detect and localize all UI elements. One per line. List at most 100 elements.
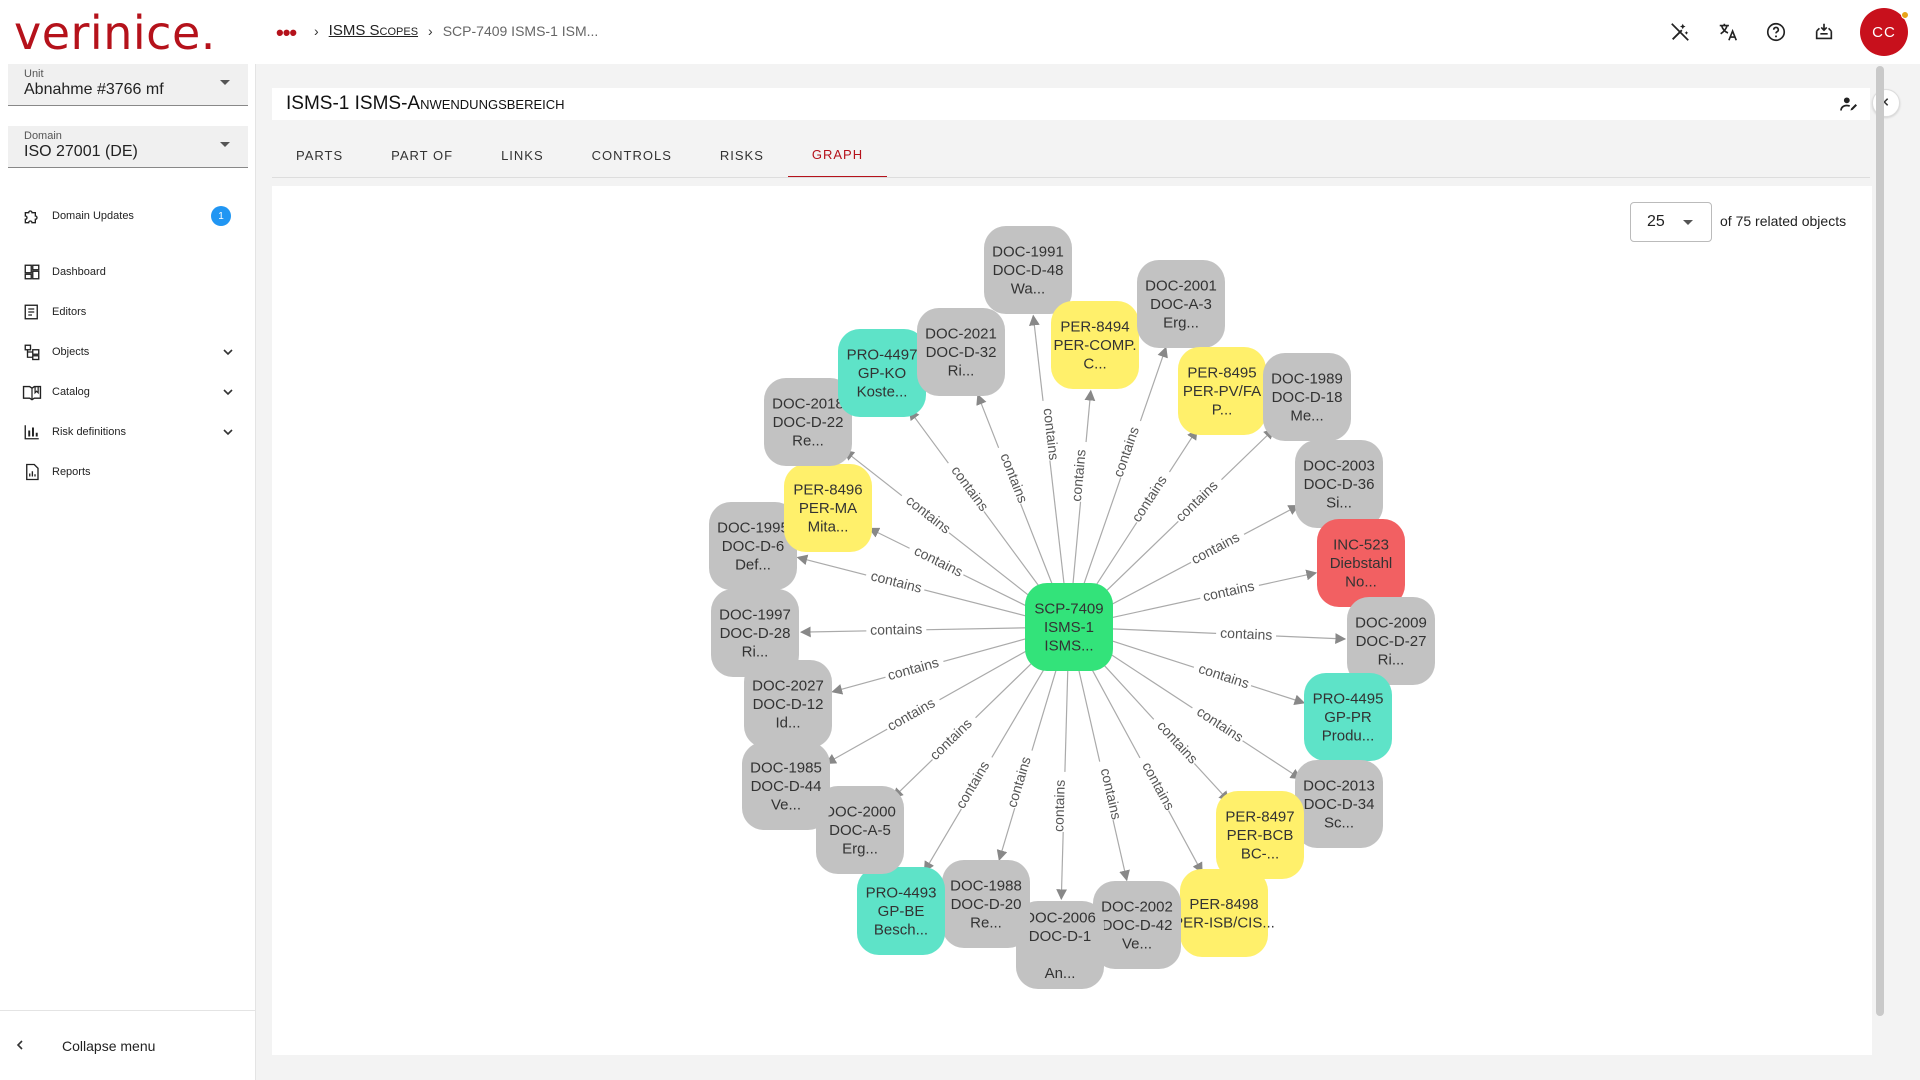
breadcrumb-separator: ›: [428, 22, 433, 39]
graph-node[interactable]: PRO-4495GP-PR Produ...: [1304, 673, 1392, 761]
graph-node-label: DOC-2009: [1355, 615, 1427, 632]
graph-node-box: [1180, 869, 1268, 957]
graph-node-label: P...: [1212, 402, 1233, 419]
graph-node-label: Sc...: [1324, 815, 1354, 832]
graph-node-label: DOC-D-28: [720, 625, 791, 642]
chevron-down-icon[interactable]: [222, 426, 234, 441]
graph-node-label: DOC-D-20: [951, 896, 1022, 913]
graph-node-label: GP-PR: [1324, 709, 1372, 726]
tab-bar: PARTS PART OF LINKS CONTROLS RISKS GRAPH: [272, 132, 888, 178]
user-initials: CC: [1872, 23, 1896, 41]
app-logo[interactable]: verinice.: [14, 6, 216, 60]
graph-node-label: Ve...: [1122, 936, 1152, 953]
sidebar-item-risk-definitions[interactable]: Risk definitions: [0, 414, 256, 450]
sidebar-item-catalog[interactable]: Catalog: [0, 374, 256, 410]
inbox-icon[interactable]: [1800, 8, 1848, 56]
sidebar-item-dashboard[interactable]: Dashboard: [0, 254, 256, 290]
sidebar-item-objects[interactable]: Objects: [0, 334, 256, 370]
graph-node[interactable]: DOC-2001DOC-A-3 Erg...: [1137, 260, 1225, 348]
breadcrumb: › ISMS Scopes › SCP-7409 ISMS-1 ISM...: [314, 22, 598, 39]
unit-select-value: Abnahme #3766 mf: [24, 81, 164, 98]
graph-node[interactable]: DOC-2013DOC-D-34 Sc...: [1295, 760, 1383, 848]
graph-node[interactable]: DOC-2009DOC-D-27 Ri...: [1347, 597, 1435, 685]
breadcrumb-isms-scopes-link[interactable]: ISMS Scopes: [329, 22, 418, 39]
page-size-select[interactable]: 25: [1630, 202, 1712, 242]
graph-node[interactable]: DOC-1997DOC-D-28 Ri...: [711, 589, 799, 677]
graph-node[interactable]: DOC-1988DOC-D-20 Re...: [942, 860, 1030, 948]
graph-node-label: Ve...: [771, 797, 801, 814]
assign-user-icon[interactable]: [1840, 96, 1858, 117]
graph-node-label: No...: [1345, 574, 1377, 591]
graph-node[interactable]: INC-523Diebstahl No...: [1317, 519, 1405, 607]
translate-icon[interactable]: [1704, 8, 1752, 56]
graph-node-label: DOC-D-22: [773, 414, 844, 431]
graph-node[interactable]: DOC-1991DOC-D-48 Wa...: [984, 226, 1072, 314]
chevron-down-icon[interactable]: [222, 386, 234, 401]
graph-node-label: DOC-2018: [772, 396, 844, 413]
chevron-down-icon: [220, 80, 230, 85]
graph-node-label: PER-8494: [1060, 319, 1129, 336]
graph-node[interactable]: PRO-4493GP-BE Besch...: [857, 867, 945, 955]
graph-node[interactable]: PER-8494PER-COMP. C...: [1051, 301, 1139, 389]
graph-center-node[interactable]: SCP-7409ISMS-1 ISMS...: [1025, 583, 1113, 671]
graph-node-label: PER-8495: [1187, 365, 1256, 382]
tab-graph[interactable]: GRAPH: [787, 132, 888, 178]
top-bar: verinice. ••• › ISMS Scopes › SCP-7409 I…: [0, 0, 1920, 64]
graph-node-label: Erg...: [1163, 315, 1199, 332]
graph-node-label: PRO-4495: [1313, 691, 1384, 708]
graph-node-label: DOC-D-44: [751, 778, 822, 795]
graph-node[interactable]: PER-8495PER-PV/FA P...: [1178, 347, 1266, 435]
notification-dot: [1901, 11, 1909, 19]
graph-node-label: PER-ISB/CIS...: [1173, 914, 1275, 931]
graph-node-label: PER-8496: [793, 482, 862, 499]
graph-node-label: DOC-A-5: [829, 822, 891, 839]
collapse-menu-button[interactable]: Collapse menu: [0, 1010, 256, 1080]
sidebar-item-editors[interactable]: Editors: [0, 294, 256, 330]
graph-node[interactable]: PER-8498PER-ISB/CIS...: [1173, 869, 1275, 957]
graph-node[interactable]: DOC-1989DOC-D-18 Me...: [1263, 353, 1351, 441]
graph-node[interactable]: PER-8497PER-BCB BC-...: [1216, 791, 1304, 879]
graph-node-label: Besch...: [874, 922, 928, 939]
graph-node-label: Id...: [775, 715, 800, 732]
graph-node[interactable]: DOC-2002DOC-D-42 Ve...: [1093, 881, 1181, 969]
graph-node-label: Si...: [1326, 495, 1352, 512]
graph-node-label: Erg...: [842, 841, 878, 858]
tab-divider: [272, 177, 1870, 178]
graph-node[interactable]: PER-8496PER-MA Mita...: [784, 464, 872, 552]
graph-node-label: INC-523: [1333, 537, 1389, 554]
tab-risks[interactable]: RISKS: [696, 132, 788, 178]
tab-controls[interactable]: CONTROLS: [568, 132, 696, 178]
tab-links[interactable]: LINKS: [477, 132, 568, 178]
graph-node[interactable]: DOC-2021DOC-D-32 Ri...: [917, 308, 1005, 396]
graph-node-label: DOC-D-27: [1356, 633, 1427, 650]
tab-part-of[interactable]: PART OF: [367, 132, 477, 178]
graph-node[interactable]: DOC-2003DOC-D-36 Si...: [1295, 440, 1383, 528]
chevron-down-icon: [1683, 220, 1693, 225]
graph-node-label: DOC-D-1: [1029, 928, 1092, 945]
graph-node-label: DOC-D-48: [993, 262, 1064, 279]
graph-node-label: PER-BCB: [1227, 827, 1294, 844]
magic-off-icon[interactable]: [1656, 8, 1704, 56]
graph-node-label: Produ...: [1322, 728, 1375, 745]
help-icon[interactable]: [1752, 8, 1800, 56]
graph-node-label: DOC-D-6: [722, 538, 785, 555]
graph-node-label: Mita...: [808, 519, 849, 536]
scrollbar[interactable]: [1876, 66, 1884, 1016]
breadcrumb-more-button[interactable]: •••: [276, 20, 297, 46]
domain-select[interactable]: Domain ISO 27001 (DE): [8, 126, 248, 168]
graph-node-label: Diebstahl: [1330, 555, 1393, 572]
tab-parts[interactable]: PARTS: [272, 132, 367, 178]
sidebar-item-reports[interactable]: Reports: [0, 454, 256, 490]
graph-node[interactable]: DOC-1995DOC-D-6 Def...: [709, 502, 797, 590]
page-title-suffix: ISMS-Anwendungsbereich: [354, 93, 565, 114]
graph-node[interactable]: PRO-4497GP-KO Koste...: [838, 329, 926, 417]
user-avatar[interactable]: CC: [1860, 8, 1909, 56]
graph-node-label: DOC-A-3: [1150, 296, 1212, 313]
chevron-down-icon[interactable]: [222, 346, 234, 361]
domain-select-value: ISO 27001 (DE): [24, 143, 138, 160]
unit-select[interactable]: Unit Abnahme #3766 mf: [8, 64, 248, 106]
graph-node-label: DOC-2000: [824, 804, 896, 821]
graph-node-label: DOC-D-32: [926, 344, 997, 361]
graph-node[interactable]: DOC-1985DOC-D-44 Ve...: [742, 742, 830, 830]
graph-node-label: An...: [1045, 965, 1076, 982]
